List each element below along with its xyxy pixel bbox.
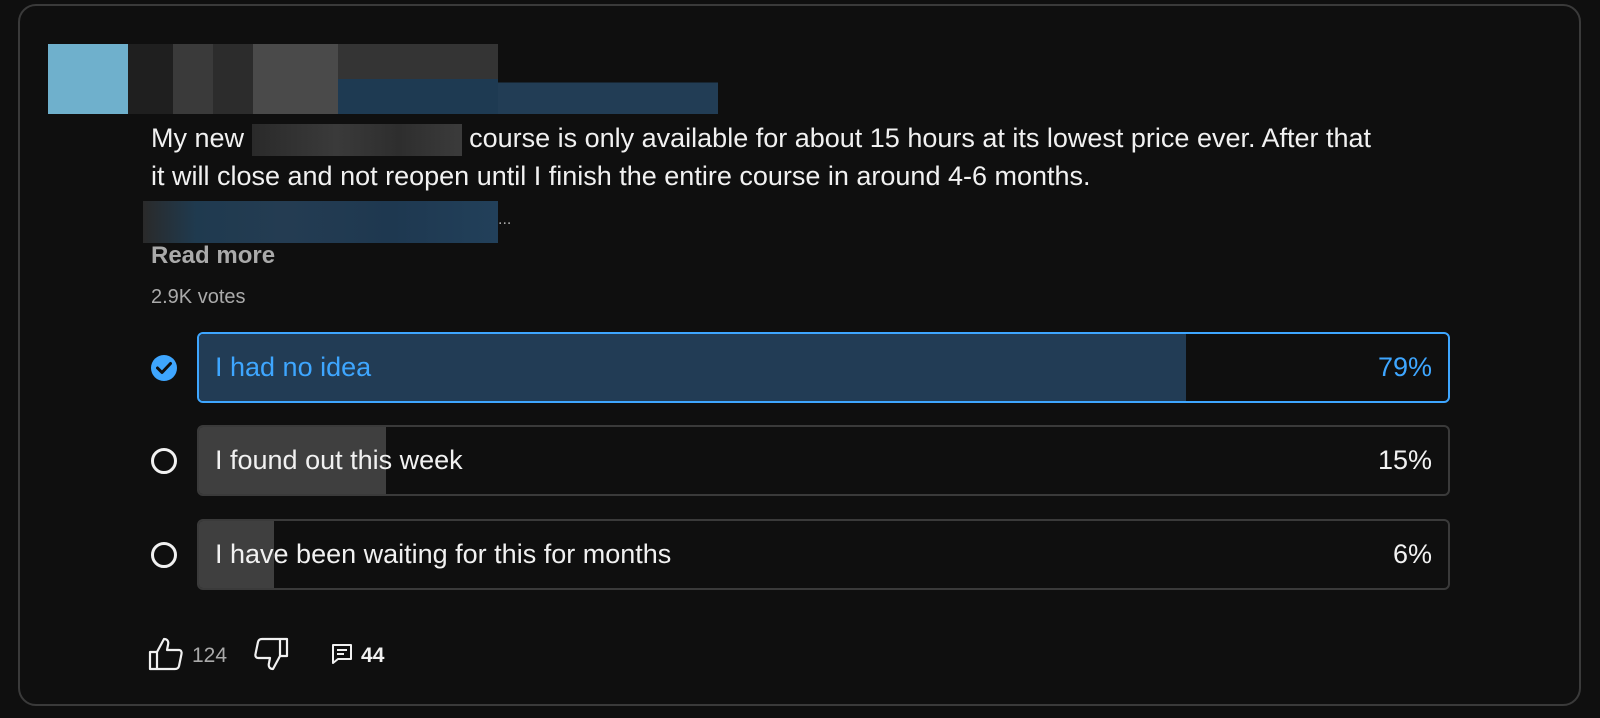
poll-option-label: I have been waiting for this for months [215, 539, 672, 569]
poll-option-percent: 6% [1392, 539, 1432, 569]
post-text-line2: it will close and not reopen until I fin… [151, 161, 1091, 191]
radio-icon [151, 448, 177, 474]
read-more-link[interactable]: Read more [151, 242, 275, 270]
poll-option-percent: 79% [1377, 352, 1432, 382]
post-body-text: My new course is only available for abou… [151, 119, 1471, 195]
poll-option-3[interactable]: I have been waiting for this for months … [151, 519, 1451, 590]
checked-radio-icon [151, 355, 177, 381]
redacted-channel-header [48, 44, 718, 114]
poll-option-1[interactable]: I had no idea 79% [151, 332, 1451, 403]
redacted-course-name [251, 123, 462, 156]
vote-count: 2.9K votes [151, 286, 246, 308]
poll-option-label: I had no idea [215, 352, 372, 382]
comments-button[interactable]: 44 [331, 643, 384, 670]
poll-option-bar[interactable]: I have been waiting for this for months … [197, 519, 1450, 590]
post-text-line1-start: My new [151, 123, 245, 153]
poll-option-2[interactable]: I found out this week 15% [151, 425, 1451, 496]
thumbs-down-icon [253, 637, 289, 676]
poll-post-card: My new course is only available for abou… [18, 4, 1581, 706]
poll-option-label: I found out this week [215, 445, 463, 475]
poll-option-bar[interactable]: I found out this week 15% [197, 425, 1450, 496]
poll-option-percent: 15% [1377, 445, 1432, 475]
post-actions-bar: 124 44 [148, 636, 384, 676]
thumbs-up-icon [148, 637, 184, 676]
radio-icon [151, 542, 177, 568]
post-text-line1-end: course is only available for about 15 ho… [469, 123, 1372, 153]
like-count: 124 [192, 644, 228, 667]
truncation-ellipsis: ... [498, 211, 512, 228]
like-button[interactable]: 124 [148, 637, 227, 676]
redacted-link [143, 201, 498, 243]
dislike-button[interactable] [253, 637, 289, 676]
comment-icon [331, 643, 353, 670]
poll-option-bar[interactable]: I had no idea 79% [197, 332, 1450, 403]
comment-count: 44 [361, 644, 385, 667]
